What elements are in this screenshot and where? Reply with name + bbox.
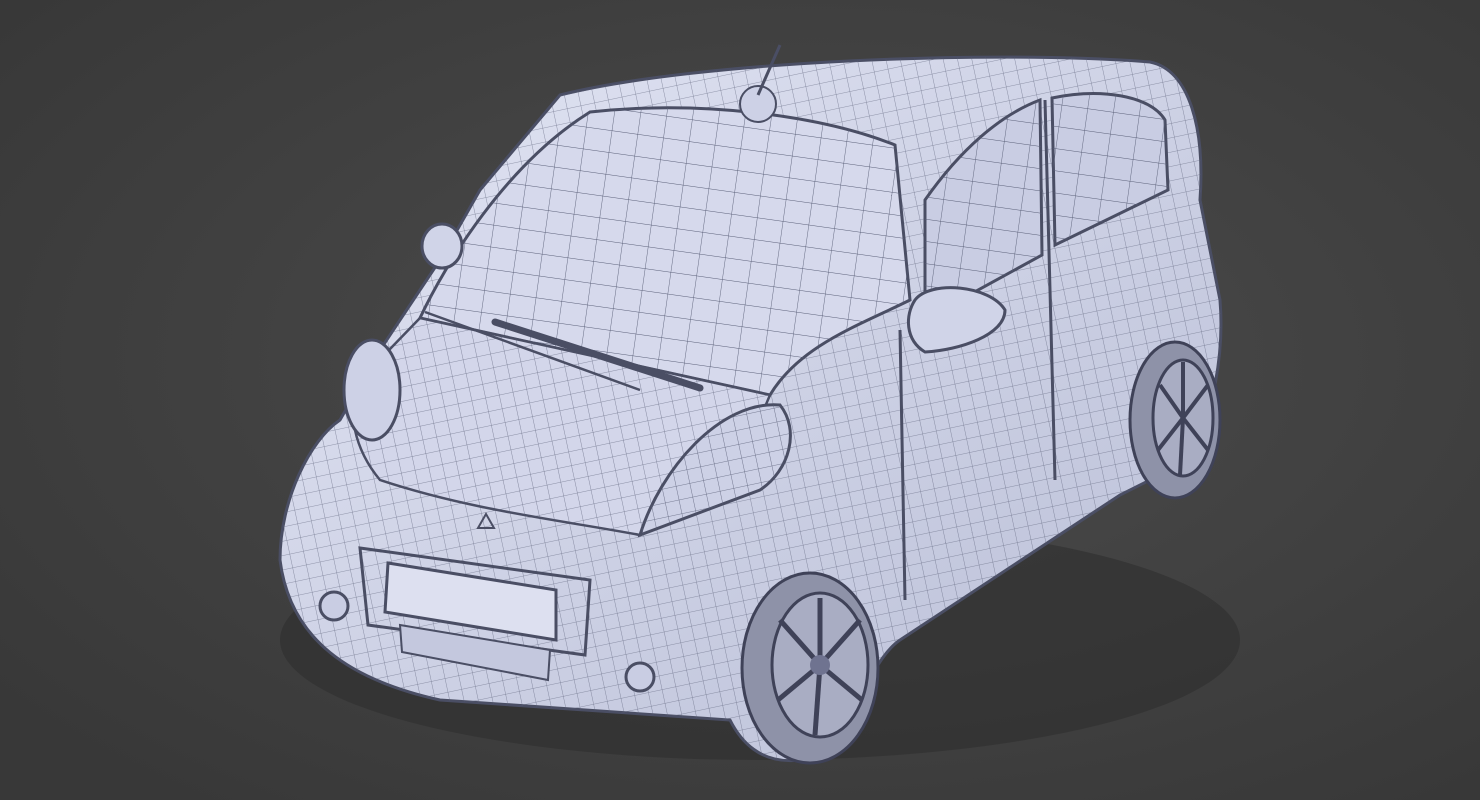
fog-light-left bbox=[318, 590, 350, 622]
fog-light-right bbox=[624, 661, 656, 693]
front-wheel bbox=[740, 571, 880, 765]
car-wireframe-render bbox=[0, 0, 1480, 800]
rear-wheel bbox=[1128, 340, 1222, 500]
left-headlight bbox=[342, 338, 402, 442]
left-mirror bbox=[420, 222, 464, 270]
